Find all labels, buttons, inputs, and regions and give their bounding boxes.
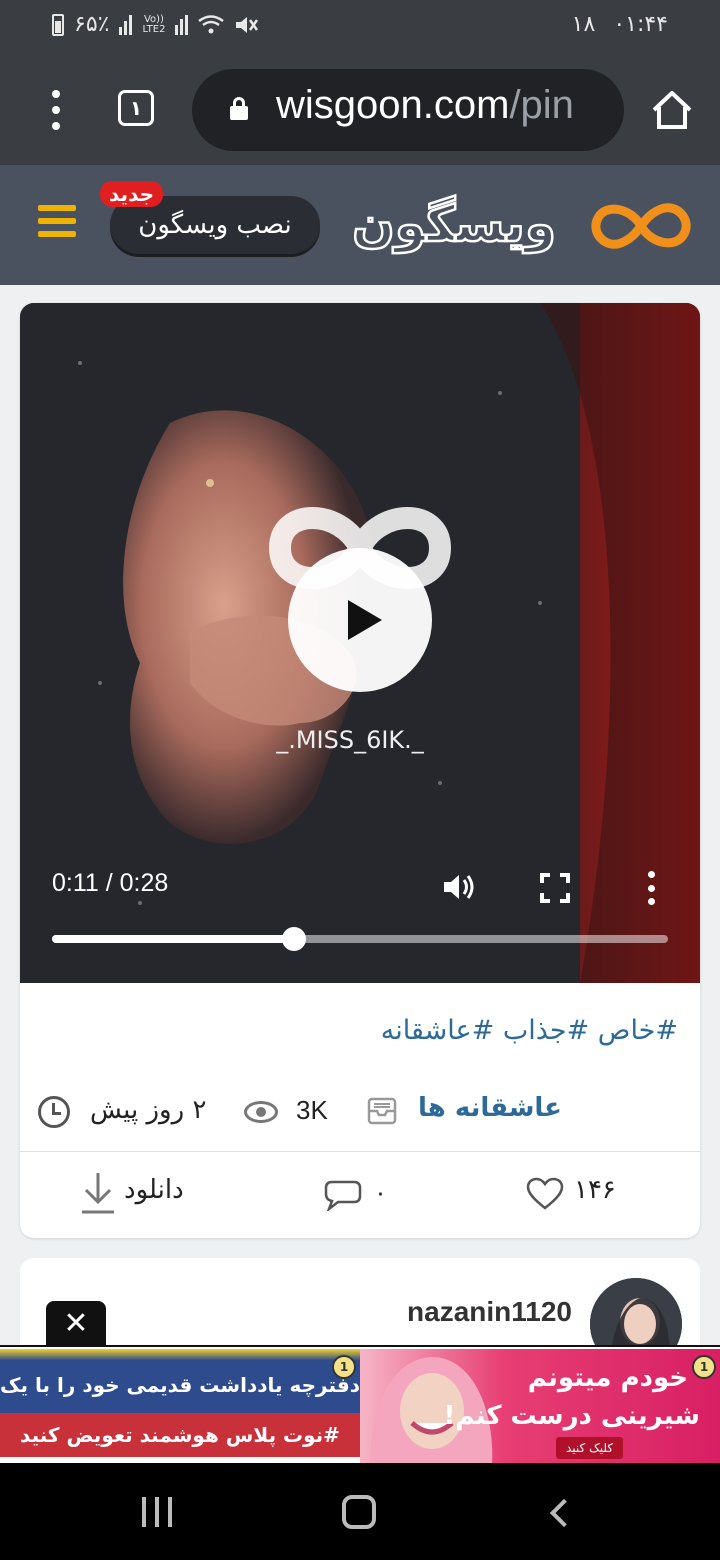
lte-indicator: Vo)) LTE2 <box>142 13 166 35</box>
wisgoon-wordmark: ویسگون <box>351 194 557 256</box>
divider <box>20 1151 700 1152</box>
video-seek-bar[interactable] <box>52 927 668 951</box>
address-bar[interactable]: wisgoon.com/pin <box>192 69 624 151</box>
ad-right-line1: خودم میتونم <box>527 1363 688 1393</box>
video-player[interactable]: _.MISS_6IK._ 0:11 / 0:28 <box>20 303 700 983</box>
post-date: ۲ روز پیش <box>90 1095 207 1125</box>
home-button-icon[interactable] <box>342 1495 376 1529</box>
heart-icon[interactable] <box>526 1177 564 1211</box>
ad-badge-icon-2: 1 <box>692 1355 716 1379</box>
eye-icon <box>244 1101 278 1123</box>
ad-banner[interactable]: دفترچه یادداشت قدیمی خود را با یک #نوت پ… <box>0 1345 720 1465</box>
like-count: ۱۴۶ <box>574 1175 616 1205</box>
post-author-username[interactable]: nazanin1120 <box>407 1296 572 1328</box>
ad-cta-button[interactable]: کلیک کنید <box>556 1437 624 1459</box>
ad-left-line1: دفترچه یادداشت قدیمی خود را با یک <box>0 1349 360 1413</box>
status-bar: ۶۵٪ Vo)) LTE2 ۱۸ ۰۱:۴۴ <box>0 0 720 50</box>
site-header: نصب ویسگون جدید ویسگون <box>0 165 720 285</box>
post-card: _.MISS_6IK._ 0:11 / 0:28 #خاص #جذاب #عاش… <box>20 303 700 1238</box>
ad-right[interactable]: خودم میتونم شیرینی درست کنم! کلیک کنید 1 <box>360 1349 720 1465</box>
download-icon[interactable] <box>80 1171 116 1215</box>
recent-apps-icon[interactable] <box>142 1497 172 1527</box>
video-more-icon[interactable] <box>644 871 658 905</box>
comment-icon[interactable] <box>324 1179 362 1211</box>
play-button[interactable] <box>288 548 432 692</box>
post-actions: دانلود ۰ ۱۴۶ <box>20 1163 700 1223</box>
hamburger-menu-icon[interactable] <box>38 205 76 237</box>
svg-text:ویسگون: ویسگون <box>352 195 556 254</box>
status-date: ۱۸ <box>571 12 596 37</box>
ad-badge-icon: 1 <box>332 1355 356 1379</box>
seek-handle[interactable] <box>282 927 307 951</box>
svg-text:_.MISS_6IK._: _.MISS_6IK._ <box>275 726 425 754</box>
signal-icon-2 <box>175 14 189 35</box>
comment-count: ۰ <box>374 1179 387 1207</box>
system-nav-bar <box>0 1463 720 1560</box>
battery-icon <box>52 13 64 36</box>
ad-right-line2: شیرینی درست کنم! <box>443 1401 700 1431</box>
url-text[interactable]: wisgoon.com/pin <box>276 83 574 128</box>
download-button[interactable]: دانلود <box>124 1175 184 1205</box>
tab-switcher-button[interactable]: ۱ <box>118 90 154 126</box>
video-progress <box>52 935 295 943</box>
fullscreen-icon[interactable] <box>540 873 570 903</box>
clock-icon <box>38 1096 70 1128</box>
category-link[interactable]: عاشقانه ها <box>418 1093 562 1123</box>
view-count: 3K <box>296 1095 328 1125</box>
battery-level: ۶۵٪ <box>74 12 110 37</box>
browser-menu-icon[interactable] <box>46 90 66 130</box>
browser-toolbar: ۱ wisgoon.com/pin <box>0 50 720 165</box>
video-time: 0:11 / 0:28 <box>52 869 169 897</box>
post-hashtags[interactable]: #خاص #جذاب #عاشقانه <box>381 1015 678 1046</box>
wifi-icon <box>198 14 225 33</box>
mute-icon <box>236 16 259 33</box>
status-time: ۰۱:۴۴ <box>613 12 668 37</box>
category-icon <box>367 1097 397 1125</box>
signal-icon <box>119 14 133 35</box>
wisgoon-logo-icon[interactable] <box>586 193 696 259</box>
ad-left-line2: #نوت پلاس هوشمند تعویض کنید <box>0 1413 360 1457</box>
ad-left[interactable]: دفترچه یادداشت قدیمی خود را با یک #نوت پ… <box>0 1349 360 1465</box>
close-ad-button[interactable]: ✕ <box>46 1301 106 1345</box>
new-badge: جدید <box>100 181 164 207</box>
lock-icon <box>230 97 248 120</box>
back-icon[interactable] <box>549 1498 579 1528</box>
volume-icon[interactable] <box>442 871 478 903</box>
post-meta: ۲ روز پیش 3K عاشقانه ها <box>20 1083 700 1133</box>
home-icon[interactable] <box>650 88 694 132</box>
